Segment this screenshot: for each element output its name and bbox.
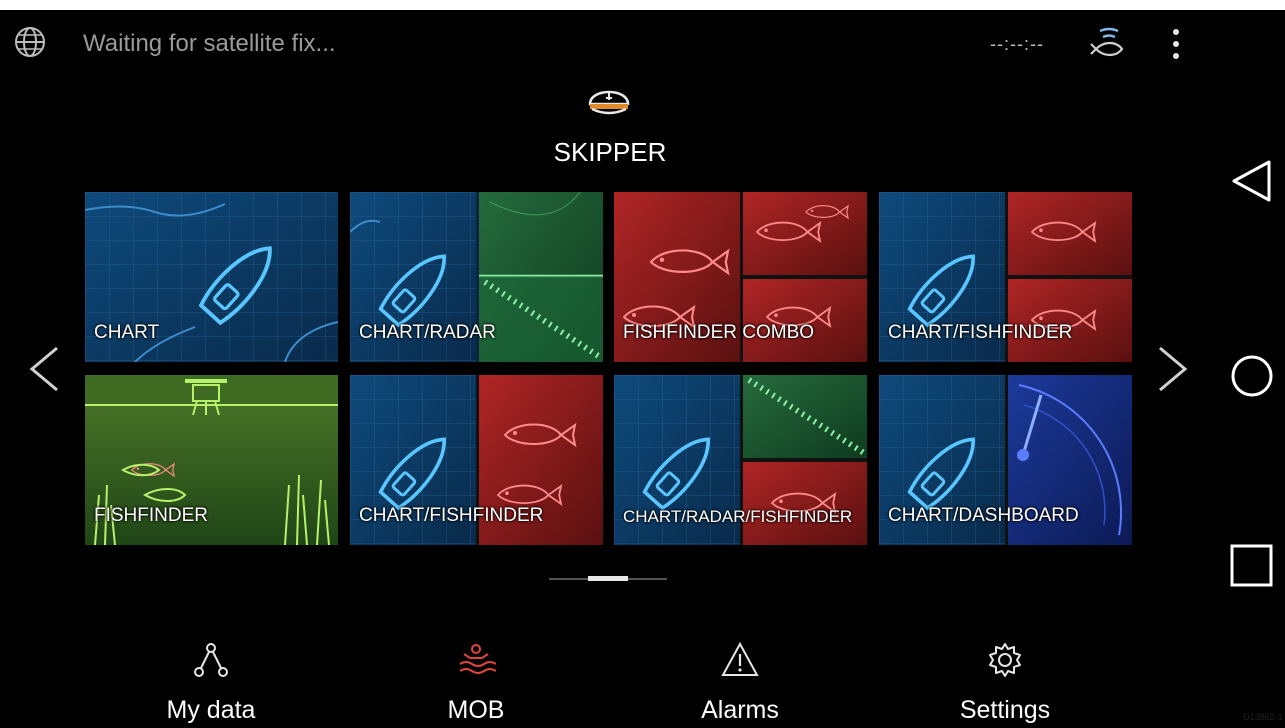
man-overboard-icon [459,644,496,674]
chevron-left-icon[interactable] [27,345,61,393]
route-icon [194,643,228,677]
app-tile-chart-radar-fishfinder[interactable]: CHART/RADAR/FISHFINDER [614,375,867,545]
chevron-right-icon[interactable] [1156,345,1190,393]
tile-label: FISHFINDER [94,505,208,526]
app-tile-fishfinder[interactable]: FISHFINDER [85,375,338,545]
settings-label: Settings [959,696,1051,724]
tile-label: FISHFINDER COMBO [623,322,815,343]
time-readout: --:--:-- [990,34,1044,54]
home-icon[interactable] [1229,353,1275,399]
app-tile-chart[interactable]: CHART [85,192,338,362]
app-tile-chart-fishfinder[interactable]: CHART/FISHFINDER [879,192,1132,362]
more-vert-icon[interactable] [1166,26,1186,62]
warning-icon [721,641,759,676]
globe-icon[interactable] [14,26,46,58]
sonar-fish-icon[interactable] [1090,25,1128,61]
my-data-label: My data [166,696,256,724]
tile-label: CHART [94,322,160,343]
settings-button[interactable]: Settings [925,640,1085,725]
mob-label: MOB [447,696,505,724]
recents-icon[interactable] [1229,543,1274,588]
alarms-label: Alarms [701,696,779,724]
gps-status-text: Waiting for satellite fix... [83,30,336,57]
back-icon[interactable] [1229,158,1273,204]
tile-label: CHART/FISHFINDER [888,322,1073,343]
app-tile-fishfinder-combo[interactable]: FISHFINDER COMBO [614,192,867,362]
profile-name[interactable]: SKIPPER [500,137,720,168]
app-tile-chart-radar[interactable]: CHART/RADAR [350,192,603,362]
alarms-button[interactable]: Alarms [660,640,820,725]
tile-label: CHART/RADAR/FISHFINDER [623,507,853,526]
app-tile-chart-dashboard[interactable]: CHART/DASHBOARD [879,375,1132,545]
gear-icon [989,643,1021,677]
tile-label: CHART/RADAR [359,322,496,343]
captain-hat-icon[interactable] [584,82,634,118]
document-id: D13862-1 [1243,712,1283,722]
page-indicator-active [588,576,628,581]
my-data-button[interactable]: My data [131,640,291,725]
mob-button[interactable]: MOB [396,640,556,725]
tile-label: CHART/FISHFINDER [359,505,544,526]
tile-label: CHART/DASHBOARD [888,505,1079,526]
app-tile-chart-fishfinder-2[interactable]: CHART/FISHFINDER [350,375,603,545]
